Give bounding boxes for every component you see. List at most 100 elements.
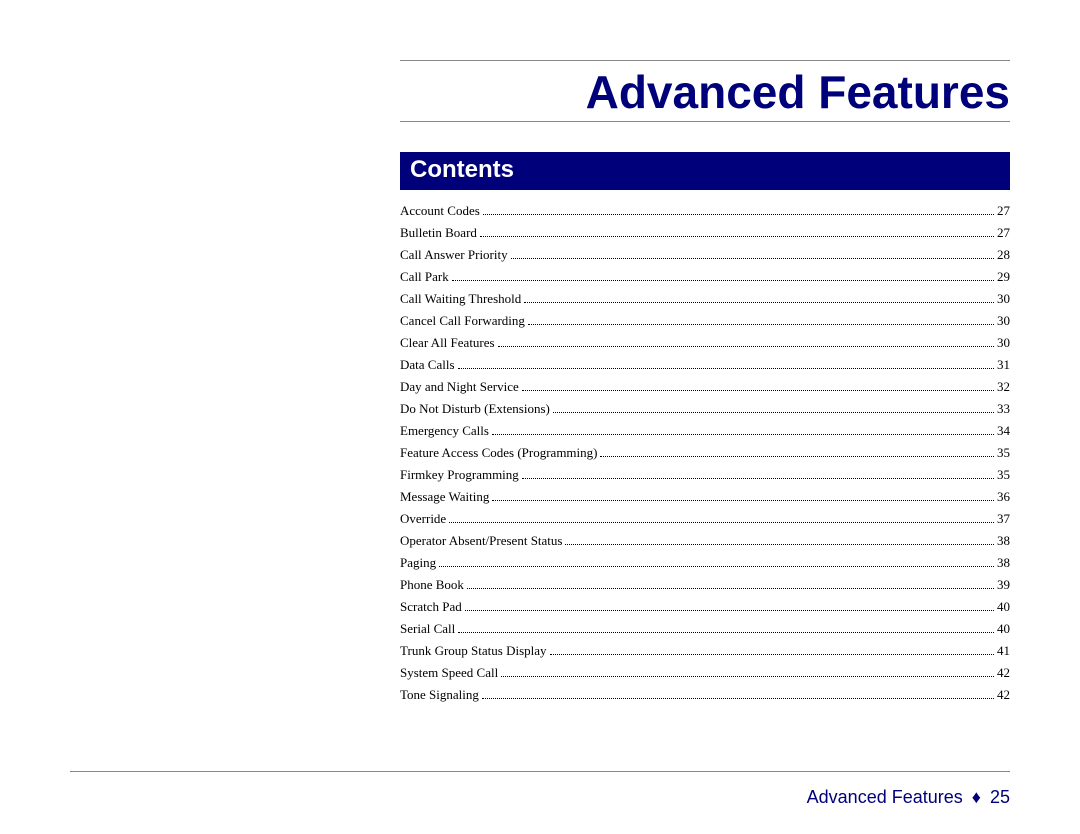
toc-row: Serial Call 40: [400, 622, 1010, 635]
footer-section-name: Advanced Features: [807, 787, 963, 807]
section-heading-text: Contents: [410, 156, 514, 183]
toc-entry-label: Serial Call: [400, 622, 455, 635]
toc-row: Clear All Features 30: [400, 336, 1010, 349]
toc-entry-label: System Speed Call: [400, 666, 498, 679]
toc-row: Message Waiting 36: [400, 490, 1010, 503]
toc-row: Day and Night Service 32: [400, 380, 1010, 393]
section-heading-bar: Contents: [400, 152, 1010, 190]
toc-entry-page: 35: [997, 446, 1010, 459]
toc-entry-page: 35: [997, 468, 1010, 481]
toc-entry-label: Override: [400, 512, 446, 525]
toc-row: Call Park 29: [400, 270, 1010, 283]
toc-leader-dots: [458, 360, 994, 369]
toc-entry-label: Trunk Group Status Display: [400, 644, 547, 657]
toc-entry-page: 40: [997, 622, 1010, 635]
toc-entry-label: Operator Absent/Present Status: [400, 534, 562, 547]
toc-leader-dots: [553, 404, 994, 413]
toc-row: Emergency Calls 34: [400, 424, 1010, 437]
toc-leader-dots: [498, 338, 994, 347]
toc-leader-dots: [458, 624, 994, 633]
toc-row: Bulletin Board 27: [400, 226, 1010, 239]
toc-entry-page: 38: [997, 556, 1010, 569]
toc-entry-label: Tone Signaling: [400, 688, 479, 701]
toc-row: Phone Book 39: [400, 578, 1010, 591]
toc-entry-label: Call Waiting Threshold: [400, 292, 521, 305]
toc-entry-label: Data Calls: [400, 358, 455, 371]
toc-leader-dots: [480, 228, 994, 237]
toc-entry-page: 31: [997, 358, 1010, 371]
toc-row: Operator Absent/Present Status 38: [400, 534, 1010, 547]
toc-row: Call Waiting Threshold30: [400, 292, 1010, 305]
toc-entry-label: Clear All Features: [400, 336, 495, 349]
toc-entry-page: 28: [997, 248, 1010, 261]
content-column: Advanced Features Contents Account Codes…: [400, 60, 1010, 710]
toc-entry-page: 38: [997, 534, 1010, 547]
toc-row: Data Calls 31: [400, 358, 1010, 371]
toc-leader-dots: [482, 690, 994, 699]
toc-entry-label: Feature Access Codes (Programming): [400, 446, 597, 459]
page-title: Advanced Features: [400, 65, 1010, 119]
toc-entry-page: 40: [997, 600, 1010, 613]
toc-entry-page: 29: [997, 270, 1010, 283]
rule-below-title: [400, 121, 1010, 122]
toc-leader-dots: [465, 602, 994, 611]
toc-row: Cancel Call Forwarding30: [400, 314, 1010, 327]
toc-entry-label: Account Codes: [400, 204, 480, 217]
toc-entry-page: 32: [997, 380, 1010, 393]
toc-entry-label: Do Not Disturb (Extensions): [400, 402, 550, 415]
toc-row: System Speed Call 42: [400, 666, 1010, 679]
toc-row: Account Codes 27: [400, 204, 1010, 217]
toc-leader-dots: [528, 316, 994, 325]
toc-entry-label: Paging: [400, 556, 436, 569]
toc-leader-dots: [452, 272, 994, 281]
toc-entry-page: 41: [997, 644, 1010, 657]
toc-entry-label: Firmkey Programming: [400, 468, 519, 481]
toc-leader-dots: [439, 558, 994, 567]
toc-row: Feature Access Codes (Programming) 35: [400, 446, 1010, 459]
toc-entry-page: 42: [997, 666, 1010, 679]
page-footer: Advanced Features ♦ 25: [807, 787, 1010, 808]
footer-page-number: 25: [990, 787, 1010, 807]
toc-entry-label: Call Park: [400, 270, 449, 283]
toc-leader-dots: [522, 470, 994, 479]
rule-above-title: [400, 60, 1010, 61]
toc-entry-page: 34: [997, 424, 1010, 437]
toc-leader-dots: [483, 206, 994, 215]
toc-row: Call Answer Priority28: [400, 248, 1010, 261]
toc-entry-page: 42: [997, 688, 1010, 701]
toc-entry-page: 39: [997, 578, 1010, 591]
toc-entry-page: 30: [997, 314, 1010, 327]
toc-leader-dots: [449, 514, 994, 523]
toc-leader-dots: [600, 448, 994, 457]
footer-rule: [70, 771, 1010, 772]
diamond-icon: ♦: [972, 787, 981, 808]
toc-entry-page: 27: [997, 204, 1010, 217]
toc-leader-dots: [492, 426, 994, 435]
toc-entry-page: 36: [997, 490, 1010, 503]
toc-row: Do Not Disturb (Extensions)33: [400, 402, 1010, 415]
toc-row: Trunk Group Status Display 41: [400, 644, 1010, 657]
toc-entry-label: Emergency Calls: [400, 424, 489, 437]
toc-row: Firmkey Programming 35: [400, 468, 1010, 481]
toc-entry-page: 27: [997, 226, 1010, 239]
document-page: Advanced Features Contents Account Codes…: [0, 0, 1080, 834]
toc-leader-dots: [550, 646, 994, 655]
toc-entry-label: Phone Book: [400, 578, 464, 591]
toc-leader-dots: [501, 668, 994, 677]
table-of-contents: Account Codes 27 Bulletin Board 27 Call Answ…: [400, 204, 1010, 701]
toc-entry-label: Day and Night Service: [400, 380, 519, 393]
toc-leader-dots: [511, 250, 994, 259]
toc-entry-page: 30: [997, 336, 1010, 349]
toc-leader-dots: [524, 294, 994, 303]
toc-row: Paging 38: [400, 556, 1010, 569]
toc-row: Tone Signaling 42: [400, 688, 1010, 701]
toc-leader-dots: [565, 536, 994, 545]
toc-leader-dots: [467, 580, 994, 589]
toc-leader-dots: [522, 382, 994, 391]
toc-row: Override 37: [400, 512, 1010, 525]
toc-entry-label: Message Waiting: [400, 490, 489, 503]
toc-leader-dots: [492, 492, 994, 501]
toc-entry-label: Bulletin Board: [400, 226, 477, 239]
toc-entry-page: 37: [997, 512, 1010, 525]
toc-row: Scratch Pad40: [400, 600, 1010, 613]
